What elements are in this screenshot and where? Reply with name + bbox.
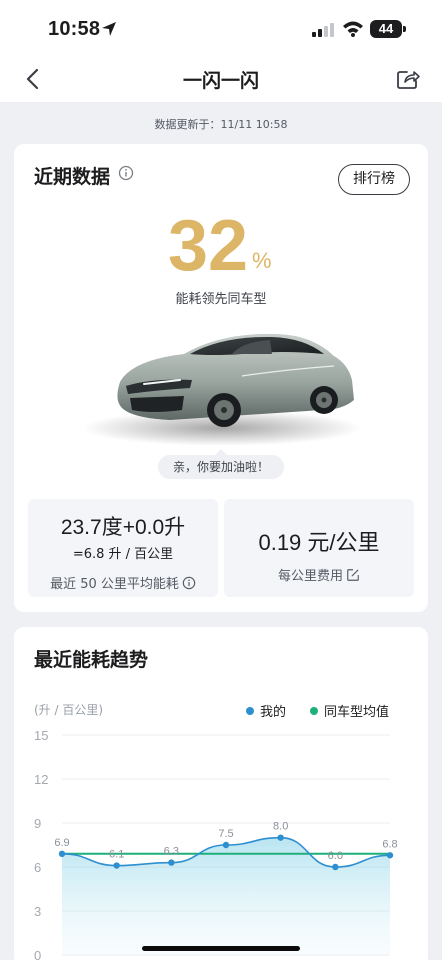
- data-label: 6.1: [109, 849, 124, 861]
- battery-cap: [403, 26, 406, 32]
- battery-icon: 44: [370, 20, 402, 38]
- home-indicator: [142, 946, 300, 951]
- data-point: [332, 863, 339, 871]
- lead-percentage: 32: [168, 206, 249, 286]
- y-tick-label: 3: [34, 904, 41, 919]
- recent-data-card: 近期数据 排行榜 32 % 能耗领先同车型 亲，你要加油啦！ 23.7度+0.0…: [14, 144, 428, 612]
- ranking-button[interactable]: 排行榜: [338, 164, 410, 195]
- y-tick-label: 15: [34, 728, 48, 743]
- consumption-main: 23.7度+0.0升: [60, 516, 186, 539]
- percent-sign: %: [252, 248, 272, 273]
- data-point: [168, 859, 175, 866]
- data-point: [222, 841, 230, 849]
- trend-card: 最近能耗趋势 (升 / 百公里) 我的 同车型均值 15 12 9 6 3 0 6.9 6.1…: [14, 627, 428, 960]
- y-axis-unit: (升 / 百公里): [34, 703, 104, 717]
- data-update-time: 数据更新于：11/11 10:58: [154, 118, 288, 131]
- consumption-caption[interactable]: 最近 50 公里平均能耗: [28, 573, 218, 592]
- data-label: 6.3: [164, 846, 179, 858]
- share-icon[interactable]: [394, 66, 422, 92]
- data-label: 6.9: [54, 837, 69, 849]
- cost-caption-text: 每公里费用: [277, 569, 343, 584]
- location-arrow-icon: [102, 22, 116, 36]
- trend-chart: 15 12 9 6 3 0 6.9 6.1 6.3 7.5 8.0 6.0 6.8: [34, 728, 398, 960]
- y-tick-label: 0: [34, 948, 41, 960]
- status-bar: 10:58 44: [0, 0, 442, 56]
- cost-caption[interactable]: 每公里费用: [224, 565, 414, 584]
- edit-icon[interactable]: [346, 568, 360, 582]
- data-label: 6.0: [328, 850, 343, 862]
- consumption-caption-text: 最近 50 公里平均能耗: [50, 577, 179, 592]
- legend-average: 同车型均值: [310, 701, 389, 720]
- data-label: 7.5: [218, 828, 233, 840]
- nav-bar: 一闪一闪: [0, 56, 442, 102]
- legend-label-mine: 我的: [260, 705, 287, 720]
- consumption-stat: 23.7度+0.0升 =6.8 升 / 百公里 最近 50 公里平均能耗: [28, 499, 218, 597]
- recent-data-title: 近期数据: [34, 166, 111, 188]
- wifi-icon: [343, 21, 363, 37]
- data-label: 8.0: [273, 821, 288, 833]
- fuel-tip-bubble: 亲，你要加油啦！: [158, 455, 284, 479]
- y-tick-label: 6: [34, 860, 41, 875]
- info-icon[interactable]: [118, 165, 134, 181]
- y-tick-label: 12: [34, 772, 48, 787]
- cellular-signal-icon: [312, 23, 334, 37]
- trend-title: 最近能耗趋势: [34, 649, 149, 671]
- cost-per-km: 0.19 元/公里: [258, 530, 380, 555]
- data-label: 6.8: [382, 838, 397, 850]
- cost-stat: 0.19 元/公里 每公里费用: [224, 499, 414, 597]
- data-point: [113, 862, 120, 869]
- status-time: 10:58: [48, 18, 101, 40]
- legend-label-average: 同车型均值: [324, 705, 390, 720]
- consumption-per-100km: =6.8 升 / 百公里: [72, 547, 174, 562]
- page-title: 一闪一闪: [182, 70, 259, 92]
- data-point: [277, 834, 284, 841]
- data-point: [386, 852, 394, 859]
- y-tick-label: 9: [34, 816, 41, 831]
- lead-label: 能耗领先同车型: [175, 292, 267, 307]
- legend-dot-average: [310, 707, 318, 715]
- car-image: [82, 333, 362, 446]
- info-icon[interactable]: [182, 576, 196, 590]
- legend-dot-mine: [246, 707, 254, 715]
- legend-mine: 我的: [246, 701, 286, 720]
- data-point: [58, 850, 66, 857]
